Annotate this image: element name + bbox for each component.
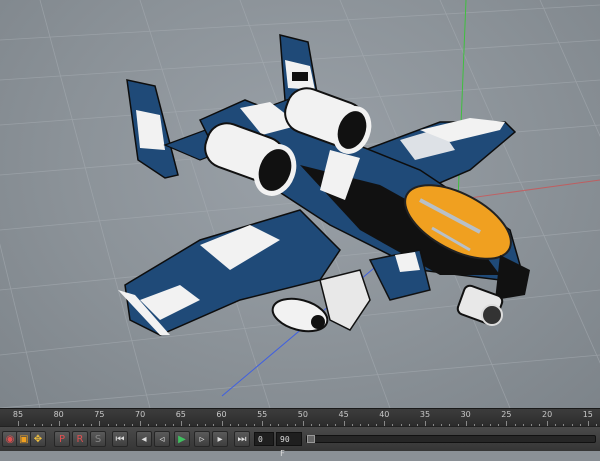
timeline-tick-label: 50 [297, 410, 308, 419]
timeline-tick-label: 75 [94, 410, 105, 419]
go-to-end-icon: ⏭ [237, 433, 247, 445]
x-axis-line [454, 179, 600, 201]
record-rotation-button[interactable]: R [72, 431, 88, 447]
go-to-start-icon: ⏮ [115, 433, 125, 445]
next-key-button[interactable]: ▸ [212, 431, 228, 447]
record-scale-icon: S [94, 433, 102, 445]
previous-frame-button[interactable]: ◃ [154, 431, 170, 447]
play-icon: ▶ [178, 433, 186, 445]
next-frame-button[interactable]: ▹ [194, 431, 210, 447]
timeline-tick-label: 55 [257, 410, 268, 419]
frame-range-slider[interactable] [306, 435, 596, 443]
timeline-tick-label: 40 [379, 410, 390, 419]
go-to-end-button[interactable]: ⏭ [234, 431, 250, 447]
go-to-start-button[interactable]: ⏮ [112, 431, 128, 447]
frame-range-handle[interactable] [307, 435, 315, 443]
keyframe-selection-icon: ✥ [33, 433, 43, 445]
record-position-button[interactable]: P [54, 431, 70, 447]
play-button[interactable]: ▶ [174, 431, 190, 447]
record-position-icon: P [58, 433, 66, 445]
record-rotation-icon: R [76, 433, 84, 445]
timeline-tick-label: 35 [419, 410, 431, 419]
timeline-tick-label: 15 [582, 410, 593, 419]
timeline-ruler[interactable]: 85 80 75 70 65 60 55 50 45 40 35 30 25 20 15 [0, 408, 600, 427]
3d-viewport[interactable] [0, 0, 600, 408]
timeline-tick-label: 25 [501, 410, 512, 419]
viewport-scene [0, 0, 600, 408]
current-frame-field[interactable]: 0 [254, 432, 274, 446]
previous-key-button[interactable]: ◂ [136, 431, 152, 447]
timeline-tick-label: 30 [460, 410, 471, 419]
timeline-tick-label: 65 [175, 410, 186, 419]
next-frame-icon: ▹ [199, 433, 205, 445]
previous-key-icon: ◂ [141, 433, 147, 445]
timeline-tick-label: 85 [12, 410, 24, 419]
record-scale-button[interactable]: S [90, 431, 106, 447]
keyframe-selection-button[interactable]: ✥ [30, 431, 46, 447]
key-record-icon: ◉ [5, 433, 15, 445]
timeline-tick-label: 80 [53, 410, 64, 419]
animation-toolbar: ◉ ▣ ✥ P R S ⏮ ◂ ◃ ▶ ▹ ▸ ⏭ 0 90 F [0, 426, 600, 458]
timeline-tick-label: 45 [338, 410, 349, 419]
previous-frame-icon: ◃ [159, 433, 165, 445]
timeline-tick-label: 60 [216, 410, 227, 419]
next-key-icon: ▸ [217, 433, 223, 445]
timeline-tick-label: 20 [542, 410, 553, 419]
aircraft-model[interactable] [118, 34, 530, 337]
end-frame-field[interactable]: 90 F [276, 432, 302, 458]
timeline-tick-label: 70 [135, 410, 146, 419]
autokey-icon: ▣ [19, 433, 29, 445]
